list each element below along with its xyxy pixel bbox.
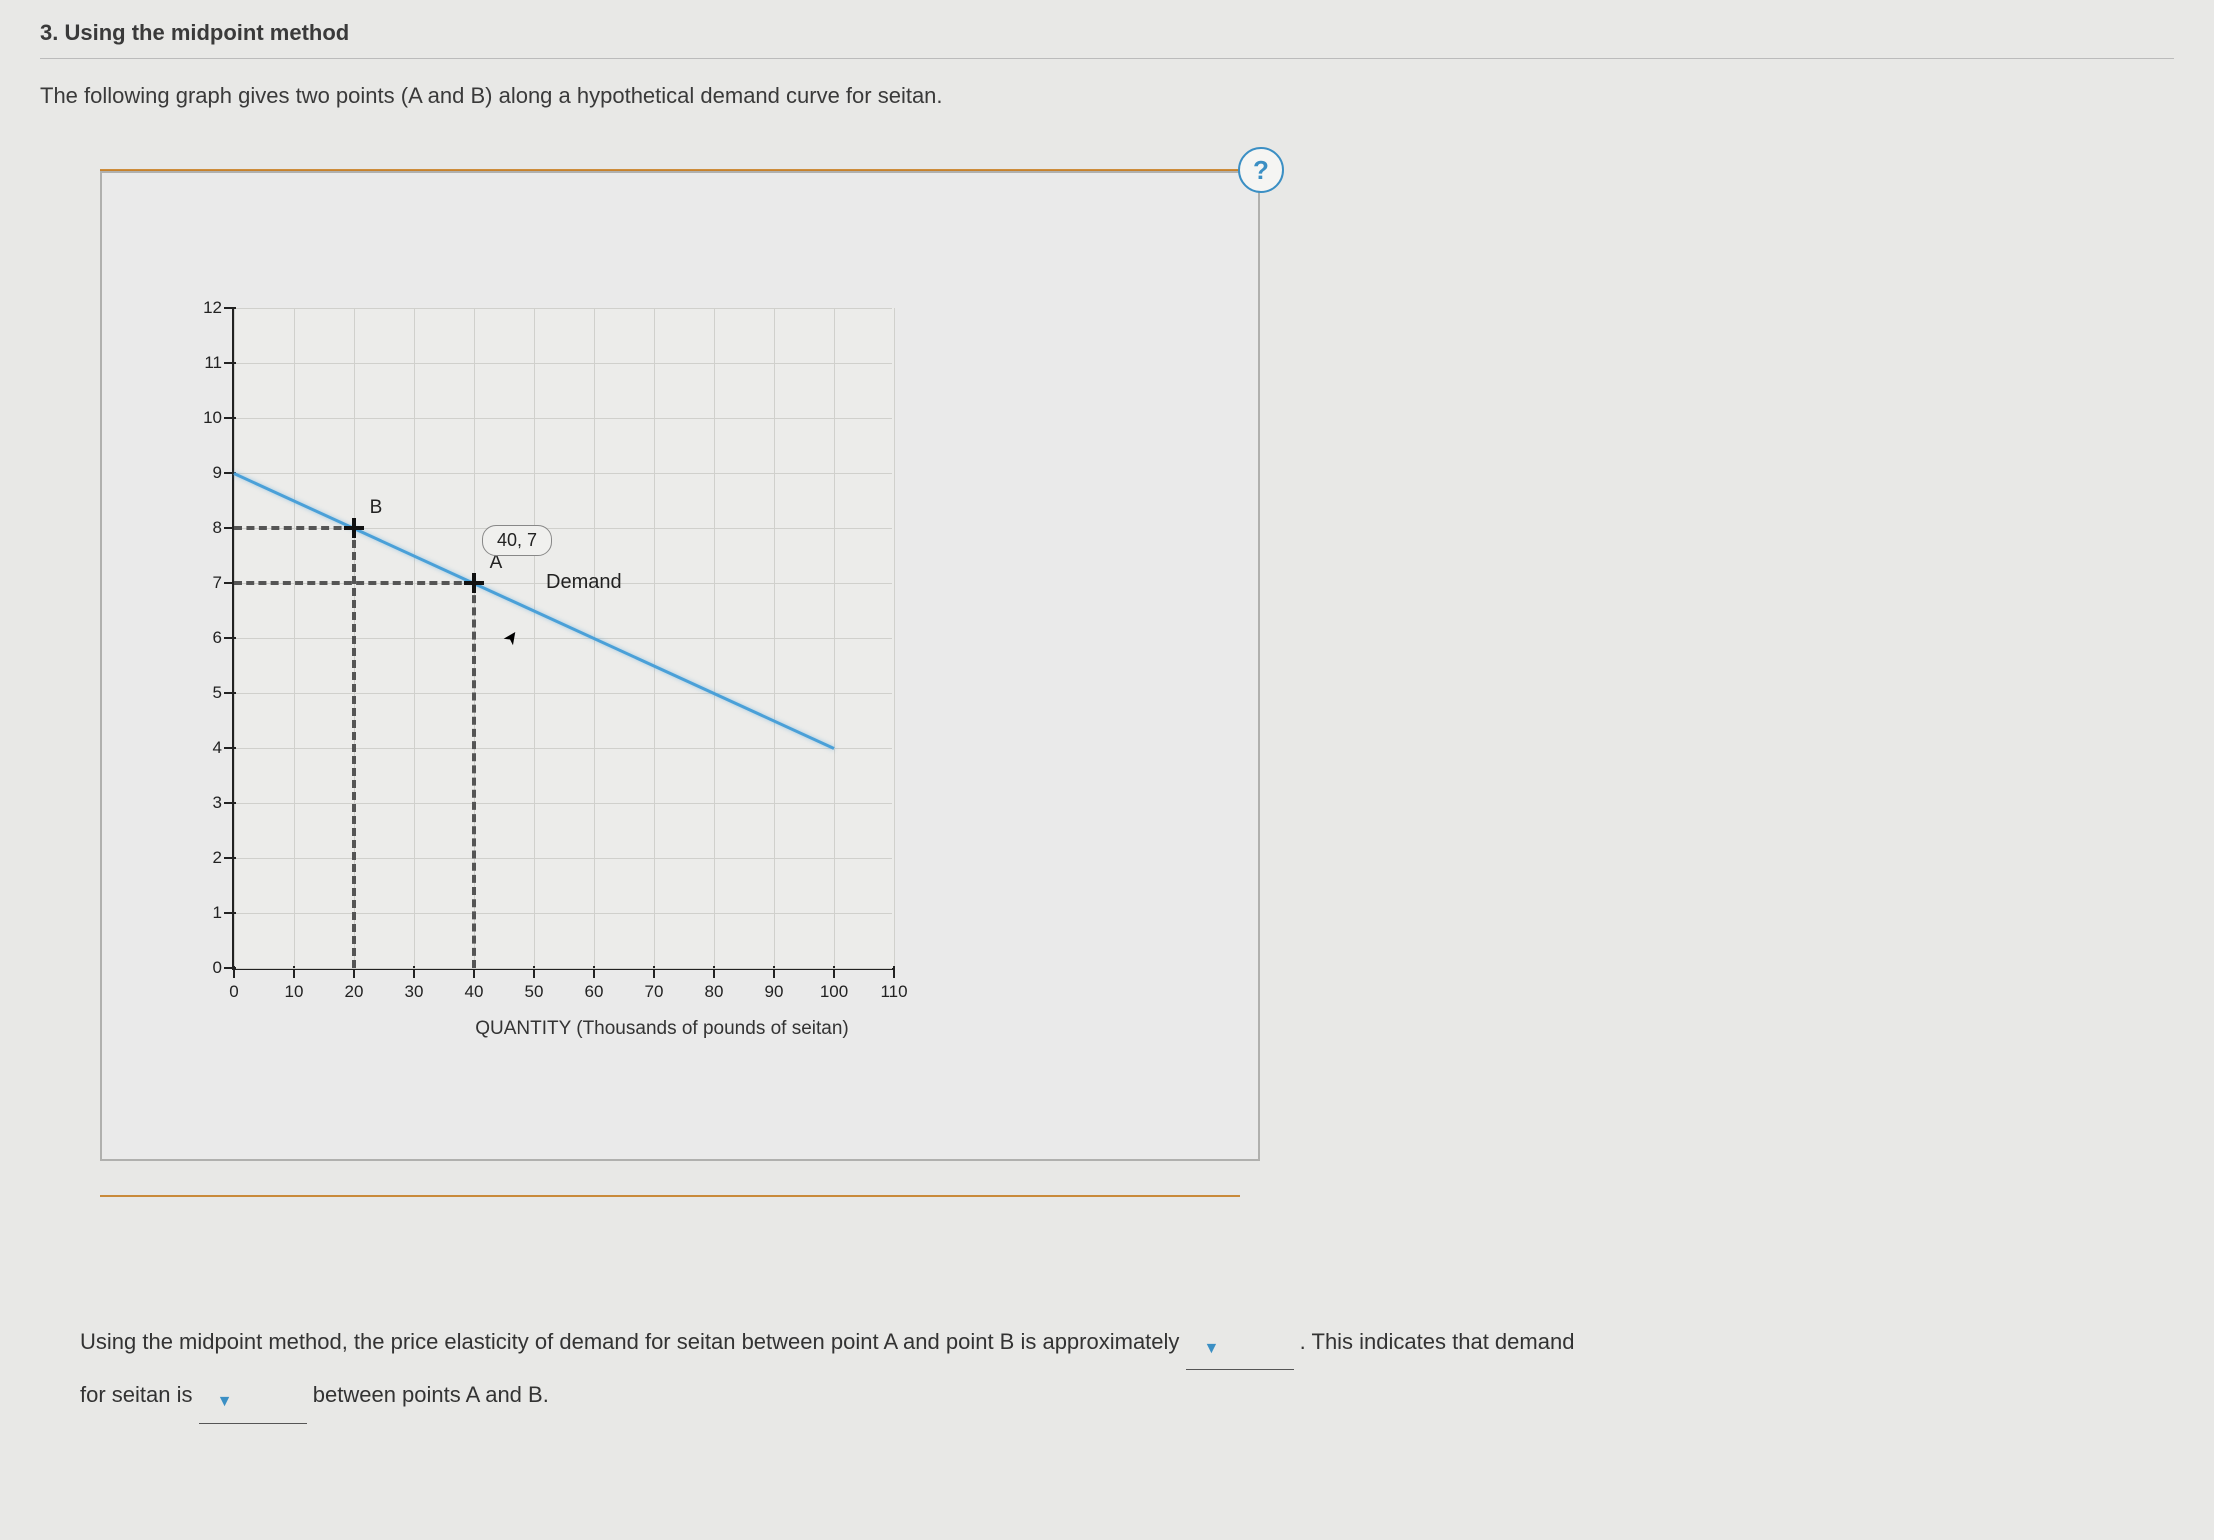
- gridline-horizontal: [234, 693, 892, 694]
- tick-x-label: 20: [345, 982, 364, 1002]
- gridline-horizontal: [234, 803, 892, 804]
- answer-text-4: between points A and B.: [313, 1382, 549, 1407]
- tick-y-label: 8: [182, 518, 222, 538]
- tick-y-label: 5: [182, 683, 222, 703]
- tick-x-label: 90: [765, 982, 784, 1002]
- tick-y: [224, 637, 236, 639]
- gridline-horizontal: [234, 968, 892, 969]
- answer-text-3: for seitan is: [80, 1382, 193, 1407]
- tick-y-label: 4: [182, 738, 222, 758]
- plot: PRICE (Dollars per pound) QUANTITY (Thou…: [232, 308, 1092, 1043]
- answer-text-1: Using the midpoint method, the price ela…: [80, 1329, 1179, 1354]
- tick-x-label: 30: [405, 982, 424, 1002]
- series-label-demand: Demand: [546, 571, 622, 594]
- question-page: 3. Using the midpoint method The followi…: [0, 0, 2214, 1540]
- tick-x-label: 10: [285, 982, 304, 1002]
- tick-y-label: 9: [182, 463, 222, 483]
- answer-paragraph: Using the midpoint method, the price ela…: [80, 1317, 2174, 1424]
- gridline-vertical: [714, 308, 715, 966]
- gridline-vertical: [414, 308, 415, 966]
- tick-y-label: 7: [182, 573, 222, 593]
- separator-bottom: [100, 1195, 1240, 1197]
- gridline-vertical: [654, 308, 655, 966]
- tick-y-label: 0: [182, 958, 222, 978]
- tick-y: [224, 912, 236, 914]
- gridline-horizontal: [234, 748, 892, 749]
- question-prompt: The following graph gives two points (A …: [40, 83, 2174, 109]
- tick-y: [224, 692, 236, 694]
- help-button[interactable]: ?: [1238, 147, 1284, 193]
- tick-y-label: 10: [182, 408, 222, 428]
- question-title: Using the midpoint method: [64, 20, 349, 45]
- tick-y-label: 12: [182, 298, 222, 318]
- tick-y: [224, 362, 236, 364]
- question-number: 3.: [40, 20, 58, 45]
- tick-x-label: 70: [645, 982, 664, 1002]
- cursor-icon: ➤: [499, 625, 525, 649]
- gridline-horizontal: [234, 308, 892, 309]
- tick-x-label: 110: [880, 982, 907, 1002]
- tick-y-label: 3: [182, 793, 222, 813]
- gridline-horizontal: [234, 913, 892, 914]
- gridline-horizontal: [234, 418, 892, 419]
- plot-area[interactable]: 0102030405060708090100110012345678910111…: [232, 308, 894, 970]
- gridline-horizontal: [234, 473, 892, 474]
- gridline-horizontal: [234, 858, 892, 859]
- tick-x-label: 60: [585, 982, 604, 1002]
- gridline-horizontal: [234, 363, 892, 364]
- tick-y-label: 2: [182, 848, 222, 868]
- guide-horizontal: [234, 581, 474, 585]
- chevron-down-icon: ▼: [1204, 1331, 1220, 1368]
- elasticity-value-dropdown[interactable]: ▼: [1186, 1331, 1294, 1371]
- tick-x: [893, 966, 895, 978]
- gridline-vertical: [894, 308, 895, 966]
- guide-horizontal: [234, 526, 354, 530]
- gridline-vertical: [534, 308, 535, 966]
- tick-x-label: 0: [229, 982, 238, 1002]
- guide-vertical: [472, 583, 476, 968]
- tick-y: [224, 802, 236, 804]
- tick-x-label: 40: [465, 982, 484, 1002]
- x-axis-label: QUANTITY (Thousands of pounds of seitan): [475, 1018, 849, 1040]
- answer-text-2: . This indicates that demand: [1300, 1329, 1575, 1354]
- tick-x-label: 80: [705, 982, 724, 1002]
- tick-y: [224, 857, 236, 859]
- gridline-vertical: [294, 308, 295, 966]
- gridline-horizontal: [234, 638, 892, 639]
- point-label-b: B: [370, 497, 383, 519]
- chevron-down-icon: ▼: [217, 1384, 233, 1421]
- guide-vertical: [352, 528, 356, 968]
- tick-y-label: 6: [182, 628, 222, 648]
- tick-y: [224, 747, 236, 749]
- tick-y: [224, 307, 236, 309]
- elasticity-type-dropdown[interactable]: ▼: [199, 1384, 307, 1424]
- tick-y-label: 11: [182, 353, 222, 373]
- gridline-vertical: [834, 308, 835, 966]
- tooltip: 40, 7: [482, 525, 552, 556]
- chart-container: ? PRICE (Dollars per pound) QUANTITY (Th…: [100, 171, 1260, 1161]
- tick-x-label: 50: [525, 982, 544, 1002]
- tick-y: [224, 417, 236, 419]
- tick-y-label: 1: [182, 903, 222, 923]
- gridline-vertical: [774, 308, 775, 966]
- question-header: 3. Using the midpoint method: [40, 20, 2174, 59]
- tick-x-label: 100: [820, 982, 848, 1002]
- help-icon: ?: [1253, 155, 1269, 186]
- tick-y: [224, 967, 236, 969]
